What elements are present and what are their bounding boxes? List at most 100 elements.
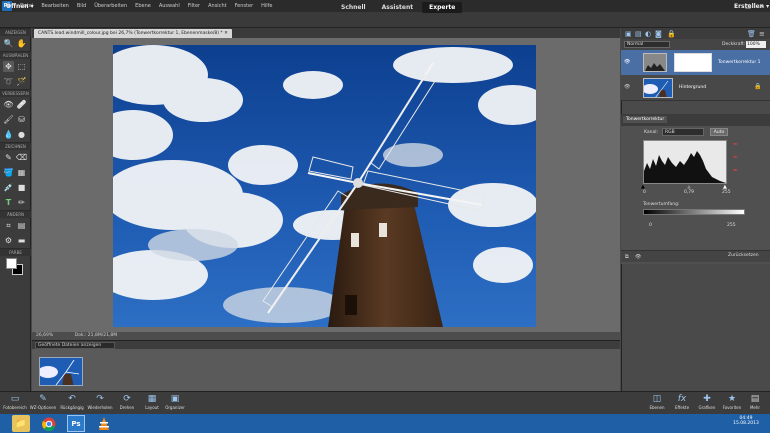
straighten-tool-icon[interactable]: ▬	[16, 235, 27, 246]
menu-item-bild[interactable]: Bild	[73, 3, 90, 9]
menu-item-bearbeiten[interactable]: Bearbeiten	[37, 3, 72, 9]
menu-item-auswahl[interactable]: Auswahl	[155, 3, 184, 9]
black-eyedropper-icon[interactable]: ✒	[733, 141, 738, 148]
new-group-icon[interactable]: ▤	[635, 30, 642, 38]
menu-item-fenster[interactable]: Fenster	[231, 3, 258, 9]
eraser-tool-icon[interactable]: ⌫	[16, 152, 27, 163]
adjustment-layer-icon[interactable]: ◐	[645, 30, 651, 38]
menu-item-ebene[interactable]: Ebene	[131, 3, 155, 9]
output-black-value[interactable]: 0	[649, 223, 652, 228]
content-move-tool-icon[interactable]: ⚙	[3, 235, 14, 246]
layer-row[interactable]: 👁 Tonwertkorrektur 1	[621, 50, 770, 75]
histogram-icon	[645, 63, 665, 71]
channel-dropdown[interactable]: RGB	[662, 128, 704, 136]
vlc-icon[interactable]	[95, 415, 113, 432]
organizer-icon: ▣	[170, 394, 180, 404]
panel-menu-icon[interactable]: ≡	[759, 30, 765, 38]
menu-item-ueberarbeiten[interactable]: Überarbeiten	[90, 3, 131, 9]
layer-row[interactable]: 👁 Hintergrund 🔒	[621, 75, 770, 101]
tool-options-button[interactable]: ✎ WZ-Optionen	[28, 393, 58, 410]
photoshop-elements-taskbar-icon[interactable]: Ps	[67, 415, 85, 432]
mode-assistent[interactable]: Assistent	[375, 2, 421, 13]
document-tab[interactable]: CANTS.lead.windmill_colour.jpg bei 26,7%…	[34, 29, 232, 38]
toolbox-section-aendern: ÄNDERN	[0, 210, 31, 218]
rotate-icon: ⟳	[123, 394, 131, 404]
crop-tool-icon[interactable]: ⌗	[3, 220, 14, 231]
output-gradient-slider[interactable]	[643, 209, 745, 215]
sponge-tool-icon[interactable]: ●	[16, 129, 27, 140]
hand-tool-icon[interactable]: ✋	[16, 38, 27, 49]
lock-icon[interactable]: 🔒	[667, 30, 676, 38]
chrome-logo	[42, 417, 56, 431]
organizer-button[interactable]: ▣ Organizer	[160, 393, 190, 410]
tab-tonwertkorrektur[interactable]: Tonwertkorrektur	[623, 116, 668, 123]
marquee-tool-icon[interactable]: ⬚	[16, 61, 27, 72]
bin-view-dropdown[interactable]: Geöffnete Dateien anzeigen	[35, 342, 115, 349]
input-white-value[interactable]: 255	[722, 190, 731, 195]
foreground-color-swatch[interactable]	[6, 258, 17, 269]
clip-layer-icon[interactable]: ⧉	[625, 254, 629, 260]
mask-icon[interactable]: ◙	[655, 30, 662, 38]
shape-tool-icon[interactable]: ■	[16, 182, 27, 193]
layer-mask-thumbnail[interactable]	[674, 53, 712, 72]
menu-item-ansicht[interactable]: Ansicht	[204, 3, 230, 9]
clone-stamp-tool-icon[interactable]: ⛁	[16, 114, 27, 125]
reset-button[interactable]: Zurücksetzen	[728, 253, 759, 258]
quick-select-tool-icon[interactable]: 🪄	[16, 76, 27, 87]
visibility-eye-icon[interactable]: 👁	[624, 59, 630, 65]
layers-icon: ◫	[652, 394, 662, 404]
auto-button[interactable]: Auto	[710, 128, 728, 136]
photo-bin-button[interactable]: ▭ Fotobereich	[0, 393, 30, 410]
type-tool-icon[interactable]: T	[3, 197, 14, 208]
opacity-field[interactable]: 100%	[746, 41, 766, 48]
mode-schnell[interactable]: Schnell	[334, 2, 373, 13]
more-button[interactable]: ▤ Mehr	[740, 393, 770, 410]
menu-item-filter[interactable]: Filter	[184, 3, 204, 9]
blur-tool-icon[interactable]: 💧	[3, 129, 14, 140]
smart-brush-tool-icon[interactable]: 🖌	[3, 114, 14, 125]
gradient-tool-icon[interactable]: ▦	[16, 167, 27, 178]
mode-experte[interactable]: Experte	[422, 2, 463, 13]
new-layer-icon[interactable]: ▣	[625, 30, 632, 38]
zoom-level[interactable]: 26,69%	[36, 333, 53, 338]
visibility-eye-icon[interactable]: 👁	[624, 84, 630, 90]
layer-name: Tonwertkorrektur 1	[718, 60, 761, 65]
layer-adjustment-thumbnail	[643, 53, 667, 72]
redo-icon: ↷	[96, 394, 104, 404]
input-black-value[interactable]: 0	[643, 190, 646, 195]
input-midtone-value[interactable]: 0,79	[684, 190, 694, 195]
file-explorer-icon[interactable]: 📁	[12, 415, 30, 432]
eyedropper-tool-icon[interactable]: 💉	[3, 182, 14, 193]
spot-healing-tool-icon[interactable]: 🩹	[16, 99, 27, 110]
paint-bucket-tool-icon[interactable]: 🪣	[3, 167, 14, 178]
photo-bin-thumbnail[interactable]	[39, 357, 83, 386]
white-eyedropper-icon[interactable]: ✒	[733, 167, 738, 174]
chrome-icon[interactable]	[40, 415, 58, 432]
document-info[interactable]: Dok.: 21,8M/21,8M	[75, 333, 118, 338]
pencil-tool-icon[interactable]: ✏	[16, 197, 27, 208]
layer-thumbnail	[643, 78, 673, 98]
menu-item-hilfe[interactable]: Hilfe	[257, 3, 276, 9]
system-clock[interactable]: 04:49 15.08.2013	[726, 416, 766, 426]
lasso-tool-icon[interactable]: ➰	[3, 76, 14, 87]
output-white-value[interactable]: 255	[727, 223, 736, 228]
tool-options-icon: ✎	[39, 394, 47, 404]
recompose-tool-icon[interactable]: ▤	[16, 220, 27, 231]
create-button[interactable]: Erstellen ▾	[734, 3, 769, 10]
gray-eyedropper-icon[interactable]: ✒	[733, 154, 738, 161]
view-previous-icon[interactable]: 👁	[635, 254, 641, 260]
redo-button[interactable]: ↷ Wiederholen	[85, 393, 115, 410]
fx-icon: fx	[677, 394, 687, 404]
redeye-tool-icon[interactable]: 👁	[3, 99, 14, 110]
document-image[interactable]	[113, 45, 536, 327]
zoom-tool-icon[interactable]: 🔍	[3, 38, 14, 49]
mode-bar	[0, 12, 770, 28]
brush-tool-icon[interactable]: ✎	[3, 152, 14, 163]
toolbox: ANZEIGEN 🔍 ✋ AUSWÄHLEN ✥ ⬚ ➰ 🪄 VERBESSER…	[0, 28, 31, 391]
blend-mode-dropdown[interactable]: Normal	[624, 41, 670, 48]
undo-button[interactable]: ↶ Rückgängig	[57, 393, 87, 410]
move-tool-icon[interactable]: ✥	[3, 61, 14, 72]
layers-header: ▣ ▤ ◐ ◙ 🔒 🗑 ≡	[621, 28, 770, 39]
open-button[interactable]: Öffnen ▾	[6, 3, 34, 10]
trash-icon[interactable]: 🗑	[747, 30, 756, 38]
